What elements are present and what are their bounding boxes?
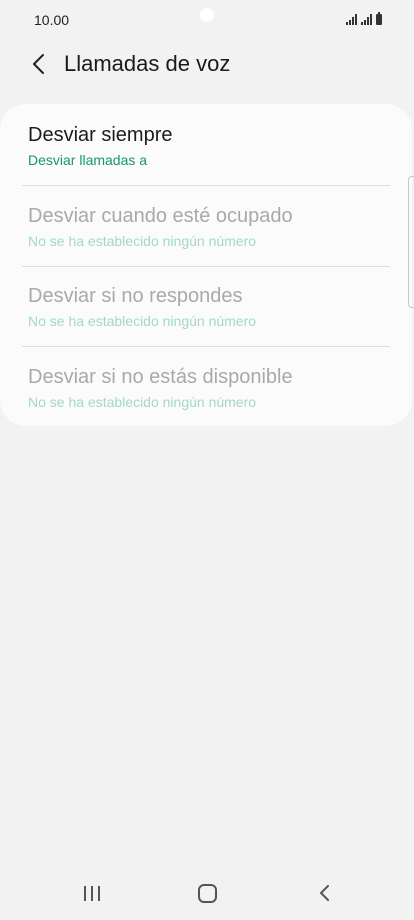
recent-apps-icon: [84, 885, 100, 901]
option-subtitle: Desviar llamadas a: [28, 152, 148, 168]
option-title: Desviar cuando esté ocupado: [28, 205, 293, 227]
nav-back-button[interactable]: [304, 878, 344, 908]
navigation-bar: [0, 864, 414, 920]
chevron-left-icon: [33, 54, 44, 74]
status-bar: 10.00: [0, 0, 414, 40]
option-title: Desviar siempre: [28, 124, 173, 146]
page-title: Llamadas de voz: [64, 51, 231, 76]
option-subtitle: No se ha establecido ningún número: [28, 233, 257, 249]
scroll-indicator[interactable]: [408, 176, 414, 308]
option-forward-always[interactable]: Desviar siempre Desviar llamadas a: [28, 124, 388, 204]
back-icon: [320, 885, 329, 901]
option-subtitle: No se ha establecido ningún número: [28, 394, 257, 410]
battery-icon: [376, 12, 382, 25]
home-button[interactable]: [187, 878, 227, 908]
signal-icon: [346, 14, 357, 25]
option-forward-no-answer[interactable]: Desviar si no respondes No se ha estable…: [28, 285, 388, 365]
signal-icon-2: [361, 14, 372, 25]
option-forward-unreachable[interactable]: Desviar si no estás disponible No se ha …: [28, 366, 388, 446]
forwarding-options-card: Desviar siempre Desviar llamadas a Desvi…: [0, 104, 412, 426]
divider: [22, 346, 390, 347]
status-time: 10.00: [34, 12, 70, 28]
header: Llamadas de voz: [0, 44, 414, 84]
home-icon: [197, 883, 217, 903]
option-forward-when-busy[interactable]: Desviar cuando esté ocupado No se ha est…: [28, 205, 388, 285]
camera-cutout: [200, 8, 214, 22]
back-button[interactable]: [24, 50, 52, 78]
option-title: Desviar si no estás disponible: [28, 366, 293, 388]
option-title: Desviar si no respondes: [28, 285, 243, 307]
divider: [22, 185, 390, 186]
divider: [22, 266, 390, 267]
status-icons: [346, 11, 382, 25]
recent-apps-button[interactable]: [72, 878, 112, 908]
option-subtitle: No se ha establecido ningún número: [28, 313, 257, 329]
